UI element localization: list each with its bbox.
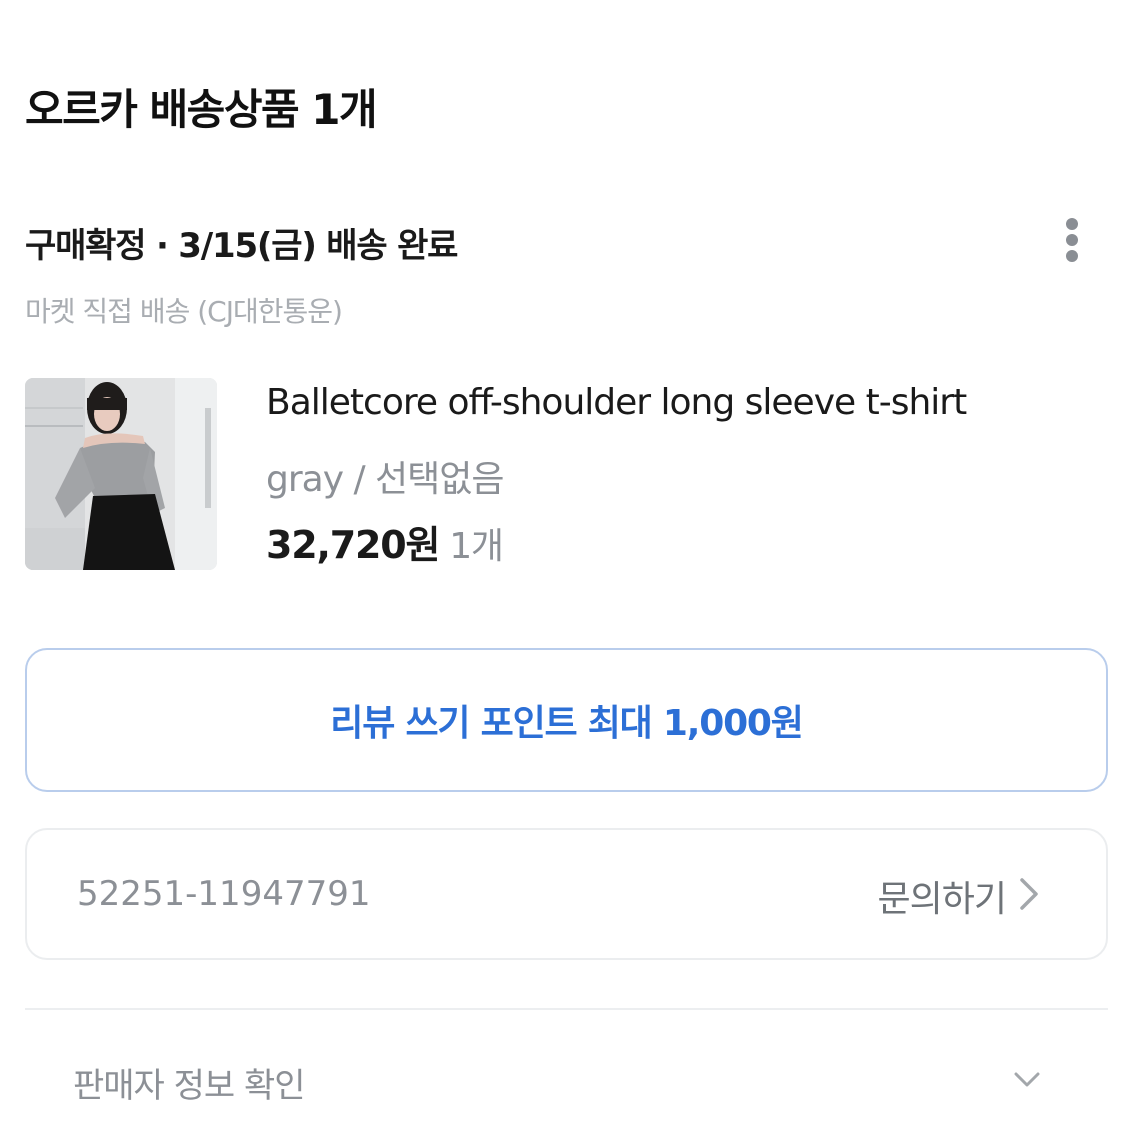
shipping-method: 마켓 직접 배송 (CJ대한통운) xyxy=(25,295,343,328)
chevron-down-icon xyxy=(1012,1070,1042,1094)
write-review-button[interactable]: 리뷰 쓰기 포인트 최대 1,000원 xyxy=(25,648,1108,792)
section-title: 오르카 배송상품 1개 xyxy=(25,85,378,134)
more-vertical-icon xyxy=(1066,218,1078,230)
product-price: 32,720원 xyxy=(266,523,440,567)
inquiry-button[interactable]: 문의하기 xyxy=(878,870,1040,922)
product-thumbnail[interactable] xyxy=(25,378,217,570)
product-quantity: 1개 xyxy=(449,526,504,567)
seller-info-toggle[interactable]: 판매자 정보 확인 xyxy=(25,1040,1108,1120)
product-option: gray / 선택없음 xyxy=(266,459,505,500)
order-detail-page: 오르카 배송상품 1개 구매확정 · 3/15(금) 배송 완료 마켓 직접 배… xyxy=(0,0,1134,1134)
order-status: 구매확정 · 3/15(금) 배송 완료 xyxy=(25,226,458,266)
order-number: 52251-11947791 xyxy=(77,874,371,914)
inquiry-label: 문의하기 xyxy=(877,879,1007,920)
price-row: 32,720원 1개 xyxy=(266,514,504,569)
chevron-right-icon xyxy=(1018,876,1040,916)
divider xyxy=(25,1008,1108,1010)
more-options-button[interactable] xyxy=(1052,212,1092,268)
product-name[interactable]: Balletcore off-shoulder long sleeve t-sh… xyxy=(266,382,967,423)
inquiry-box: 52251-11947791 문의하기 xyxy=(25,828,1108,960)
seller-info-label: 판매자 정보 확인 xyxy=(73,1066,306,1106)
